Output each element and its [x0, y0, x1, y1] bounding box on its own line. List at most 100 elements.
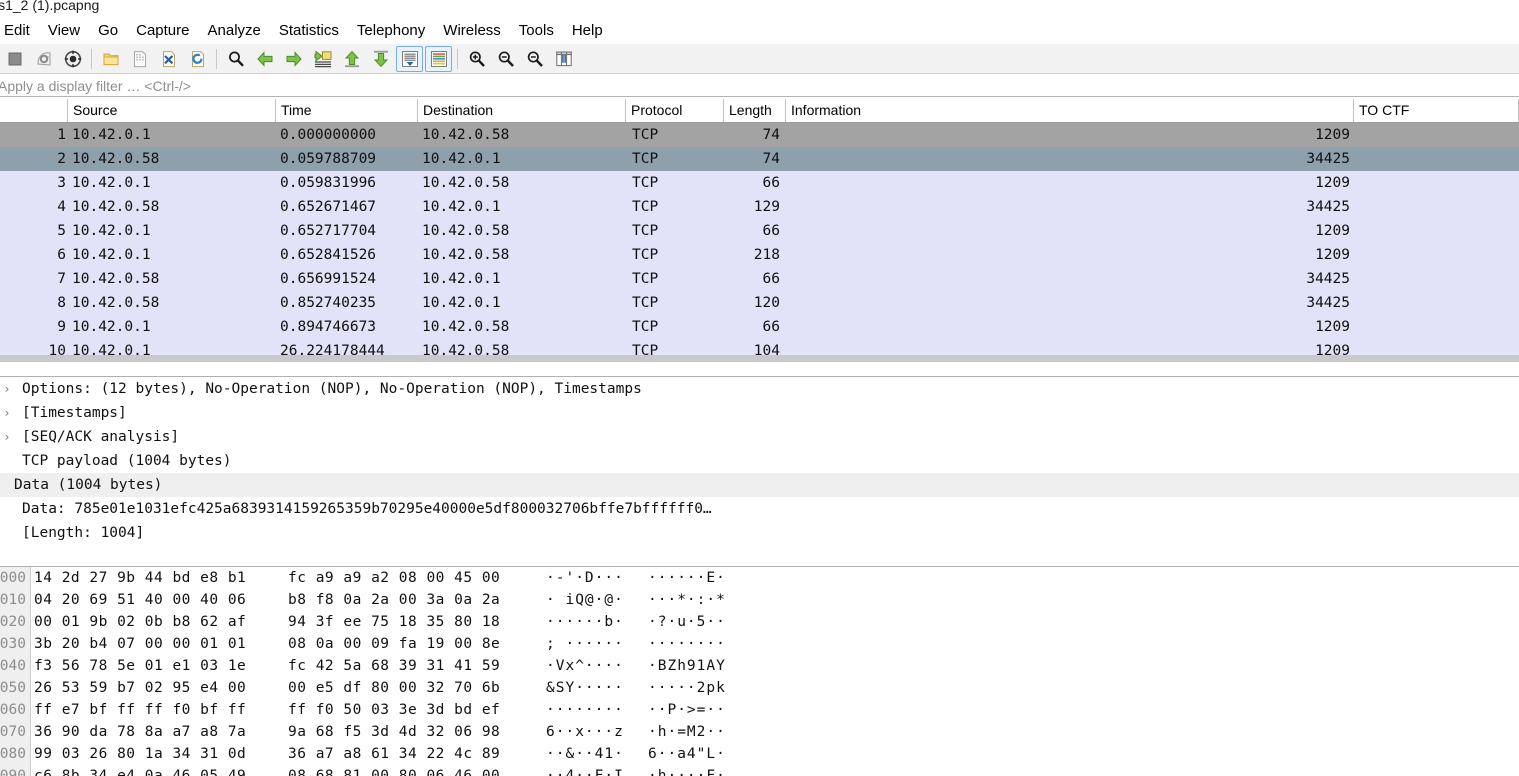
packet-list[interactable]: Source Time Destination Protocol Length Infor…	[0, 99, 1519, 361]
packet-row[interactable]: 2 10.42.0.58 0.059788709 10.42.0.1 TCP 74 3442…	[0, 147, 1519, 171]
packet-cell-source: 10.42.0.58	[72, 271, 160, 287]
packet-row[interactable]: 4 10.42.0.58 0.652671467 10.42.0.1 TCP 129 344…	[0, 195, 1519, 219]
packet-cell-source: 10.42.0.58	[72, 295, 160, 311]
zoom-out-icon[interactable]	[492, 46, 519, 72]
column-header-source[interactable]: Source	[68, 99, 276, 122]
packet-row[interactable]: 3 10.42.0.1 0.059831996 10.42.0.58 TCP 66 1209	[0, 171, 1519, 195]
hex-ascii-left: · iQ@·@·	[546, 592, 624, 608]
zoom-reset-icon[interactable]	[521, 46, 548, 72]
menu-item-view[interactable]: View	[39, 20, 89, 42]
go-to-first-icon[interactable]	[338, 46, 365, 72]
detail-tree-row[interactable]: Data (1004 bytes)	[0, 473, 1519, 497]
menu-item-telephony[interactable]: Telephony	[348, 20, 434, 42]
packet-row[interactable]: 1 10.42.0.1 0.000000000 10.42.0.58 TCP 74 1209	[0, 123, 1519, 147]
toolbar-separator	[457, 48, 458, 69]
packet-cell-time: 0.852740235	[280, 295, 377, 311]
menu-item-tools[interactable]: Tools	[510, 20, 563, 42]
detail-tree-row[interactable]: Data: 785e01e1031efc425a6839314159265359…	[0, 497, 1519, 521]
packet-cell-destination: 10.42.0.1	[422, 295, 501, 311]
packet-cell-no: 7	[57, 271, 66, 287]
hex-bytes-right: 08 0a 00 09 fa 19 00 8e	[288, 636, 501, 652]
column-header-length[interactable]: Length	[724, 99, 786, 122]
resize-columns-icon[interactable]	[550, 46, 577, 72]
column-header-destination[interactable]: Destination	[418, 99, 626, 122]
packet-cell-protocol: TCP	[632, 223, 659, 239]
column-header-no[interactable]	[0, 99, 68, 122]
hex-bytes-left: 99 03 26 80 1a 34 31 0d	[34, 746, 247, 762]
packet-cell-time: 0.652671467	[280, 199, 377, 215]
packet-row[interactable]: 8 10.42.0.58 0.852740235 10.42.0.1 TCP 120 344…	[0, 291, 1519, 315]
chevron-right-icon[interactable]: ›	[0, 377, 14, 401]
column-header-time[interactable]: Time	[276, 99, 418, 122]
detail-tree-row[interactable]: [Length: 1004]	[0, 521, 1519, 545]
packet-row[interactable]: 7 10.42.0.58 0.656991524 10.42.0.1 TCP 66 3442…	[0, 267, 1519, 291]
detail-tree-row[interactable]: › [Timestamps]	[0, 401, 1519, 425]
go-to-last-icon[interactable]	[367, 46, 394, 72]
packet-row[interactable]: 6 10.42.0.1 0.652841526 10.42.0.58 TCP 218 120…	[0, 243, 1519, 267]
column-header-protocol[interactable]: Protocol	[626, 99, 724, 122]
menu-item-statistics[interactable]: Statistics	[270, 20, 348, 42]
column-header-information[interactable]: Information	[786, 99, 1354, 122]
hex-dump-row[interactable]: 0090 c6 8b 34 e4 0a 46 05 49 08 68 81 00 8…	[0, 765, 1519, 776]
packet-cell-time: 0.000000000	[280, 127, 377, 143]
restart-capture-icon[interactable]	[30, 46, 57, 72]
detail-tree-label: TCP payload (1004 bytes)	[22, 453, 232, 469]
hex-dump-row[interactable]: 0080 99 03 26 80 1a 34 31 0d 36 a7 a8 61 3…	[0, 743, 1519, 765]
window-title: ws1_2 (1).pcapng	[0, 0, 100, 13]
hex-dump-row[interactable]: 0060 ff e7 bf ff ff f0 bf ff ff f0 50 03 3…	[0, 699, 1519, 721]
hex-bytes-left: c6 8b 34 e4 0a 46 05 49	[34, 768, 247, 776]
hex-ascii-left: ·-'·D···	[546, 570, 624, 586]
hex-offset: 0000	[0, 567, 26, 589]
chevron-right-icon[interactable]: ›	[0, 425, 14, 449]
column-header-toctf[interactable]: TO CTF	[1354, 99, 1519, 122]
packet-bytes-pane[interactable]: 0000 14 2d 27 9b 44 bd e8 b1 fc a9 a9 a2 0…	[0, 566, 1519, 776]
close-file-icon[interactable]	[155, 46, 182, 72]
stop-capture-icon[interactable]	[1, 46, 28, 72]
auto-scroll-icon[interactable]	[396, 45, 423, 72]
find-packet-icon[interactable]	[222, 46, 249, 72]
hex-ascii-left: ··&··41·	[546, 746, 624, 762]
detail-tree-label: Options: (12 bytes), No-Operation (NOP),…	[22, 381, 642, 397]
hex-bytes-left: 36 90 da 78 8a a7 a8 7a	[34, 724, 247, 740]
zoom-in-icon[interactable]	[463, 46, 490, 72]
menu-item-edit[interactable]: Edit	[0, 20, 39, 42]
menu-item-capture[interactable]: Capture	[127, 20, 198, 42]
go-to-packet-icon[interactable]	[309, 46, 336, 72]
menu-item-help[interactable]: Help	[563, 20, 612, 42]
display-filter-bar[interactable]: Apply a display filter … <Ctrl-/>	[0, 75, 1519, 97]
hex-dump-row[interactable]: 0000 14 2d 27 9b 44 bd e8 b1 fc a9 a9 a2 0…	[0, 567, 1519, 589]
menu-item-go[interactable]: Go	[89, 20, 127, 42]
packet-list-horizontal-scrollbar[interactable]	[0, 355, 1519, 362]
detail-tree-row[interactable]: TCP payload (1004 bytes)	[0, 449, 1519, 473]
save-file-icon[interactable]	[126, 46, 153, 72]
hex-dump-row[interactable]: 0020 00 01 9b 02 0b b8 62 af 94 3f ee 75 1…	[0, 611, 1519, 633]
detail-tree-row[interactable]: › [SEQ/ACK analysis]	[0, 425, 1519, 449]
colorize-packets-icon[interactable]	[425, 45, 452, 72]
display-filter-input[interactable]: Apply a display filter … <Ctrl-/>	[0, 78, 191, 94]
toolbar-separator	[91, 48, 92, 69]
hex-dump-row[interactable]: 0070 36 90 da 78 8a a7 a8 7a 9a 68 f5 3d 4…	[0, 721, 1519, 743]
hex-rows[interactable]: 0000 14 2d 27 9b 44 bd e8 b1 fc a9 a9 a2 0…	[0, 567, 1519, 776]
chevron-right-icon[interactable]: ›	[0, 401, 14, 425]
reload-file-icon[interactable]	[184, 46, 211, 72]
menu-item-analyze[interactable]: Analyze	[199, 20, 270, 42]
packet-row[interactable]: 9 10.42.0.1 0.894746673 10.42.0.58 TCP 66 1209	[0, 315, 1519, 339]
capture-options-icon[interactable]	[59, 46, 86, 72]
hex-dump-row[interactable]: 0010 04 20 69 51 40 00 40 06 b8 f8 0a 2a 0…	[0, 589, 1519, 611]
packet-cell-protocol: TCP	[632, 175, 659, 191]
hex-dump-row[interactable]: 0030 3b 20 b4 07 00 00 01 01 08 0a 00 09 f…	[0, 633, 1519, 655]
packet-details-pane[interactable]: › Options: (12 bytes), No-Operation (NOP)…	[0, 376, 1519, 559]
hex-dump-row[interactable]: 0040 f3 56 78 5e 01 e1 03 1e fc 42 5a 68 3…	[0, 655, 1519, 677]
packet-cell-no: 4	[57, 199, 66, 215]
open-file-icon[interactable]	[97, 46, 124, 72]
packet-list-body[interactable]: 1 10.42.0.1 0.000000000 10.42.0.58 TCP 74 1209…	[0, 123, 1519, 360]
go-forward-icon[interactable]	[280, 46, 307, 72]
hex-dump-row[interactable]: 0050 26 53 59 b7 02 95 e4 00 00 e5 df 80 0…	[0, 677, 1519, 699]
menu-item-wireless[interactable]: Wireless	[434, 20, 510, 42]
detail-tree-row[interactable]: › Options: (12 bytes), No-Operation (NOP)…	[0, 377, 1519, 401]
packet-cell-no: 2	[57, 151, 66, 167]
packet-cell-protocol: TCP	[632, 151, 659, 167]
packet-row[interactable]: 5 10.42.0.1 0.652717704 10.42.0.58 TCP 66 1209	[0, 219, 1519, 243]
go-back-icon[interactable]	[251, 46, 278, 72]
packet-cell-no: 1	[57, 127, 66, 143]
